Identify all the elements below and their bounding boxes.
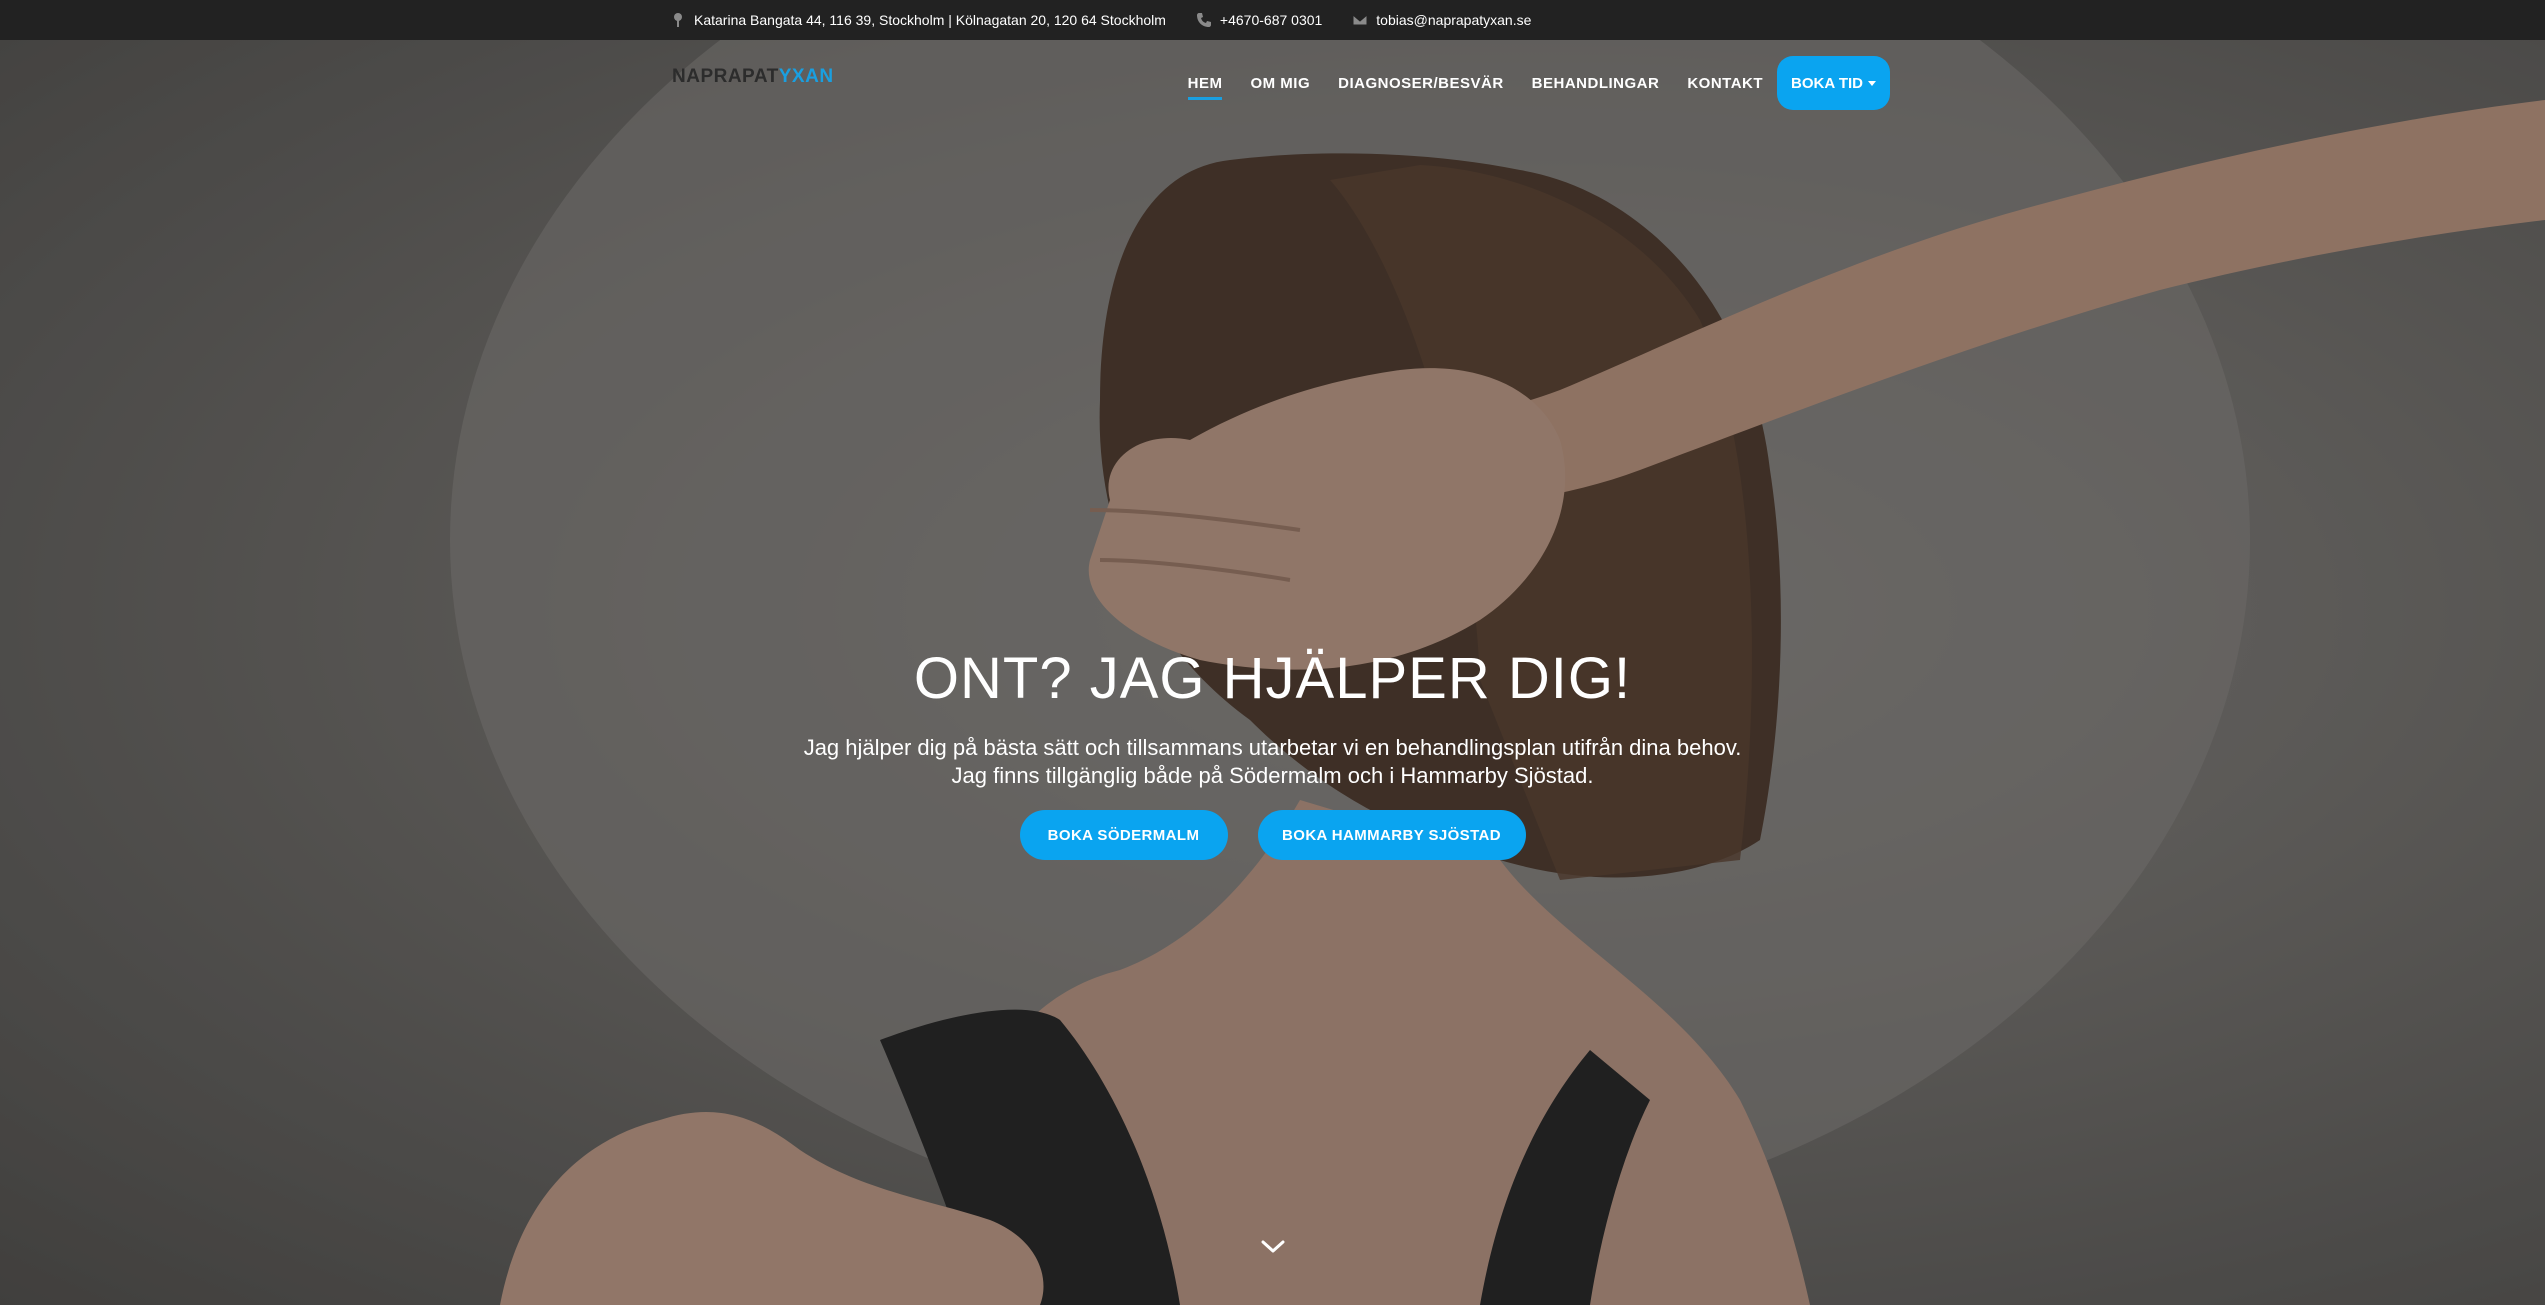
boka-sodermalm-button[interactable]: BOKA SÖDERMALM <box>1019 810 1228 860</box>
logo-part-2: YXAN <box>778 66 834 87</box>
nav-item-behandlingar[interactable]: BEHANDLINGAR <box>1532 67 1660 100</box>
top-info-bar: Katarina Bangata 44, 116 39, Stockholm |… <box>0 0 2545 40</box>
main-nav: HEM OM MIG DIAGNOSER/BESVÄR BEHANDLINGAR… <box>1160 56 1890 110</box>
hero-buttons: BOKA SÖDERMALM BOKA HAMMARBY SJÖSTAD <box>0 810 2545 860</box>
phone-info[interactable]: +4670-687 0301 <box>1196 12 1322 28</box>
hero-subtitle: Jag hjälper dig på bästa sätt och tillsa… <box>0 734 2545 790</box>
boka-hammarby-button[interactable]: BOKA HAMMARBY SJÖSTAD <box>1257 810 1526 860</box>
caret-down-icon <box>1868 80 1876 86</box>
hero-subtitle-line-1: Jag hjälper dig på bästa sätt och tillsa… <box>803 735 1742 760</box>
nav-item-hem[interactable]: HEM <box>1187 67 1223 100</box>
phone-icon <box>1196 12 1212 28</box>
hero-title: ONT? JAG HJÄLPER DIG! <box>913 646 1632 711</box>
hero-content: ONT? JAG HJÄLPER DIG! Jag hjälper dig på… <box>0 645 2545 860</box>
nav-item-om-mig[interactable]: OM MIG <box>1250 67 1310 100</box>
logo-part-1: NAPRAPAT <box>672 66 779 87</box>
site-logo[interactable]: NAPRAPATYXAN <box>672 66 834 88</box>
nav-item-diagnoser[interactable]: DIAGNOSER/BESVÄR <box>1338 67 1504 100</box>
email-text: tobias@naprapatyxan.se <box>1376 12 1532 28</box>
hero-subtitle-line-2: Jag finns tillgänglig både på Södermalm … <box>951 763 1594 788</box>
address-text: Katarina Bangata 44, 116 39, Stockholm |… <box>694 12 1166 28</box>
map-pin-icon <box>670 12 686 28</box>
email-info[interactable]: tobias@naprapatyxan.se <box>1352 12 1531 28</box>
phone-text: +4670-687 0301 <box>1219 12 1323 28</box>
address-info: Katarina Bangata 44, 116 39, Stockholm |… <box>670 12 1166 28</box>
boka-tid-label: BOKA TID <box>1791 74 1863 92</box>
nav-item-kontakt[interactable]: KONTAKT <box>1687 67 1763 100</box>
envelope-icon <box>1352 12 1368 28</box>
scroll-down-chevron-icon[interactable] <box>1260 1237 1286 1257</box>
boka-tid-dropdown-button[interactable]: BOKA TID <box>1777 56 1890 110</box>
